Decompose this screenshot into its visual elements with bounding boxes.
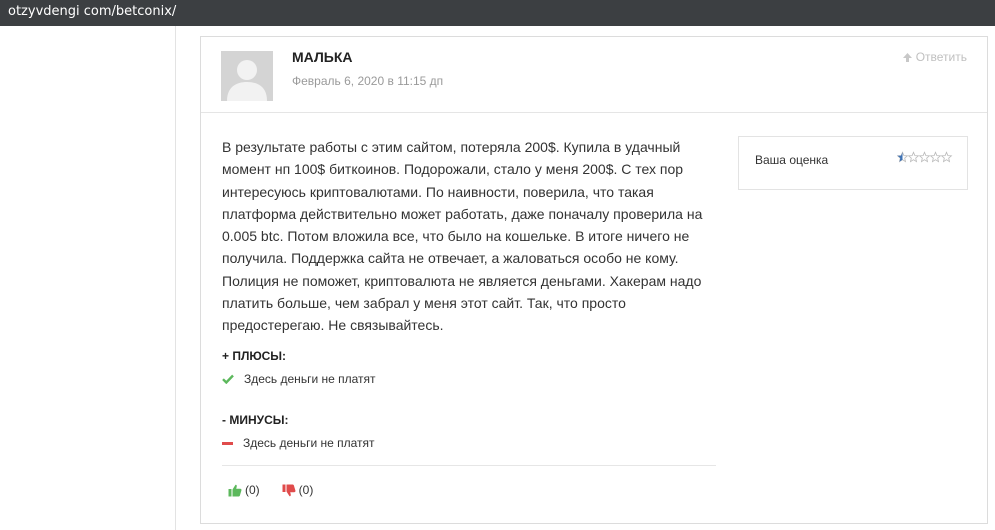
check-icon (222, 374, 234, 384)
review-author: МАЛЬКА (292, 49, 353, 65)
user-silhouette-icon (221, 51, 273, 101)
thumbs-up-icon (228, 484, 242, 496)
star-icon[interactable] (897, 151, 953, 163)
reply-label: Ответить (915, 50, 967, 64)
arrow-up-icon (902, 52, 912, 62)
divider (222, 465, 716, 466)
cons-item: Здесь деньги не платят (222, 436, 375, 450)
minus-icon (222, 441, 233, 445)
rating-stars[interactable] (897, 151, 953, 163)
reply-button[interactable]: Ответить (902, 50, 967, 64)
review-text: В результате работы с этим сайтом, потер… (222, 139, 703, 334)
thumbs-down-icon (282, 484, 296, 496)
rating-box: Ваша оценка (738, 136, 968, 190)
like-button[interactable]: (0) (228, 483, 260, 497)
browser-url-bar[interactable]: otzyvdengi com/betconix/ (0, 0, 995, 26)
avatar (221, 51, 273, 101)
pros-title: + ПЛЮСЫ: (222, 349, 287, 363)
review-header: МАЛЬКА Февраль 6, 2020 в 11:15 дп Ответи… (201, 37, 987, 113)
cons-title: - МИНУСЫ: (222, 413, 289, 427)
review-date: Февраль 6, 2020 в 11:15 дп (292, 74, 444, 88)
dislike-count: (0) (298, 483, 314, 497)
left-sidebar (0, 26, 176, 530)
pros-item-text: Здесь деньги не платят (244, 372, 376, 386)
url-text[interactable]: otzyvdengi com/betconix/ (8, 0, 176, 24)
cons-item-text: Здесь деньги не платят (243, 436, 375, 450)
rating-label: Ваша оценка (755, 153, 829, 167)
like-count: (0) (245, 483, 260, 497)
vote-bar: (0) (0) (228, 483, 313, 497)
dislike-button[interactable]: (0) (282, 483, 314, 497)
review-card: МАЛЬКА Февраль 6, 2020 в 11:15 дп Ответи… (200, 36, 988, 524)
pros-item: Здесь деньги не платят (222, 372, 376, 386)
